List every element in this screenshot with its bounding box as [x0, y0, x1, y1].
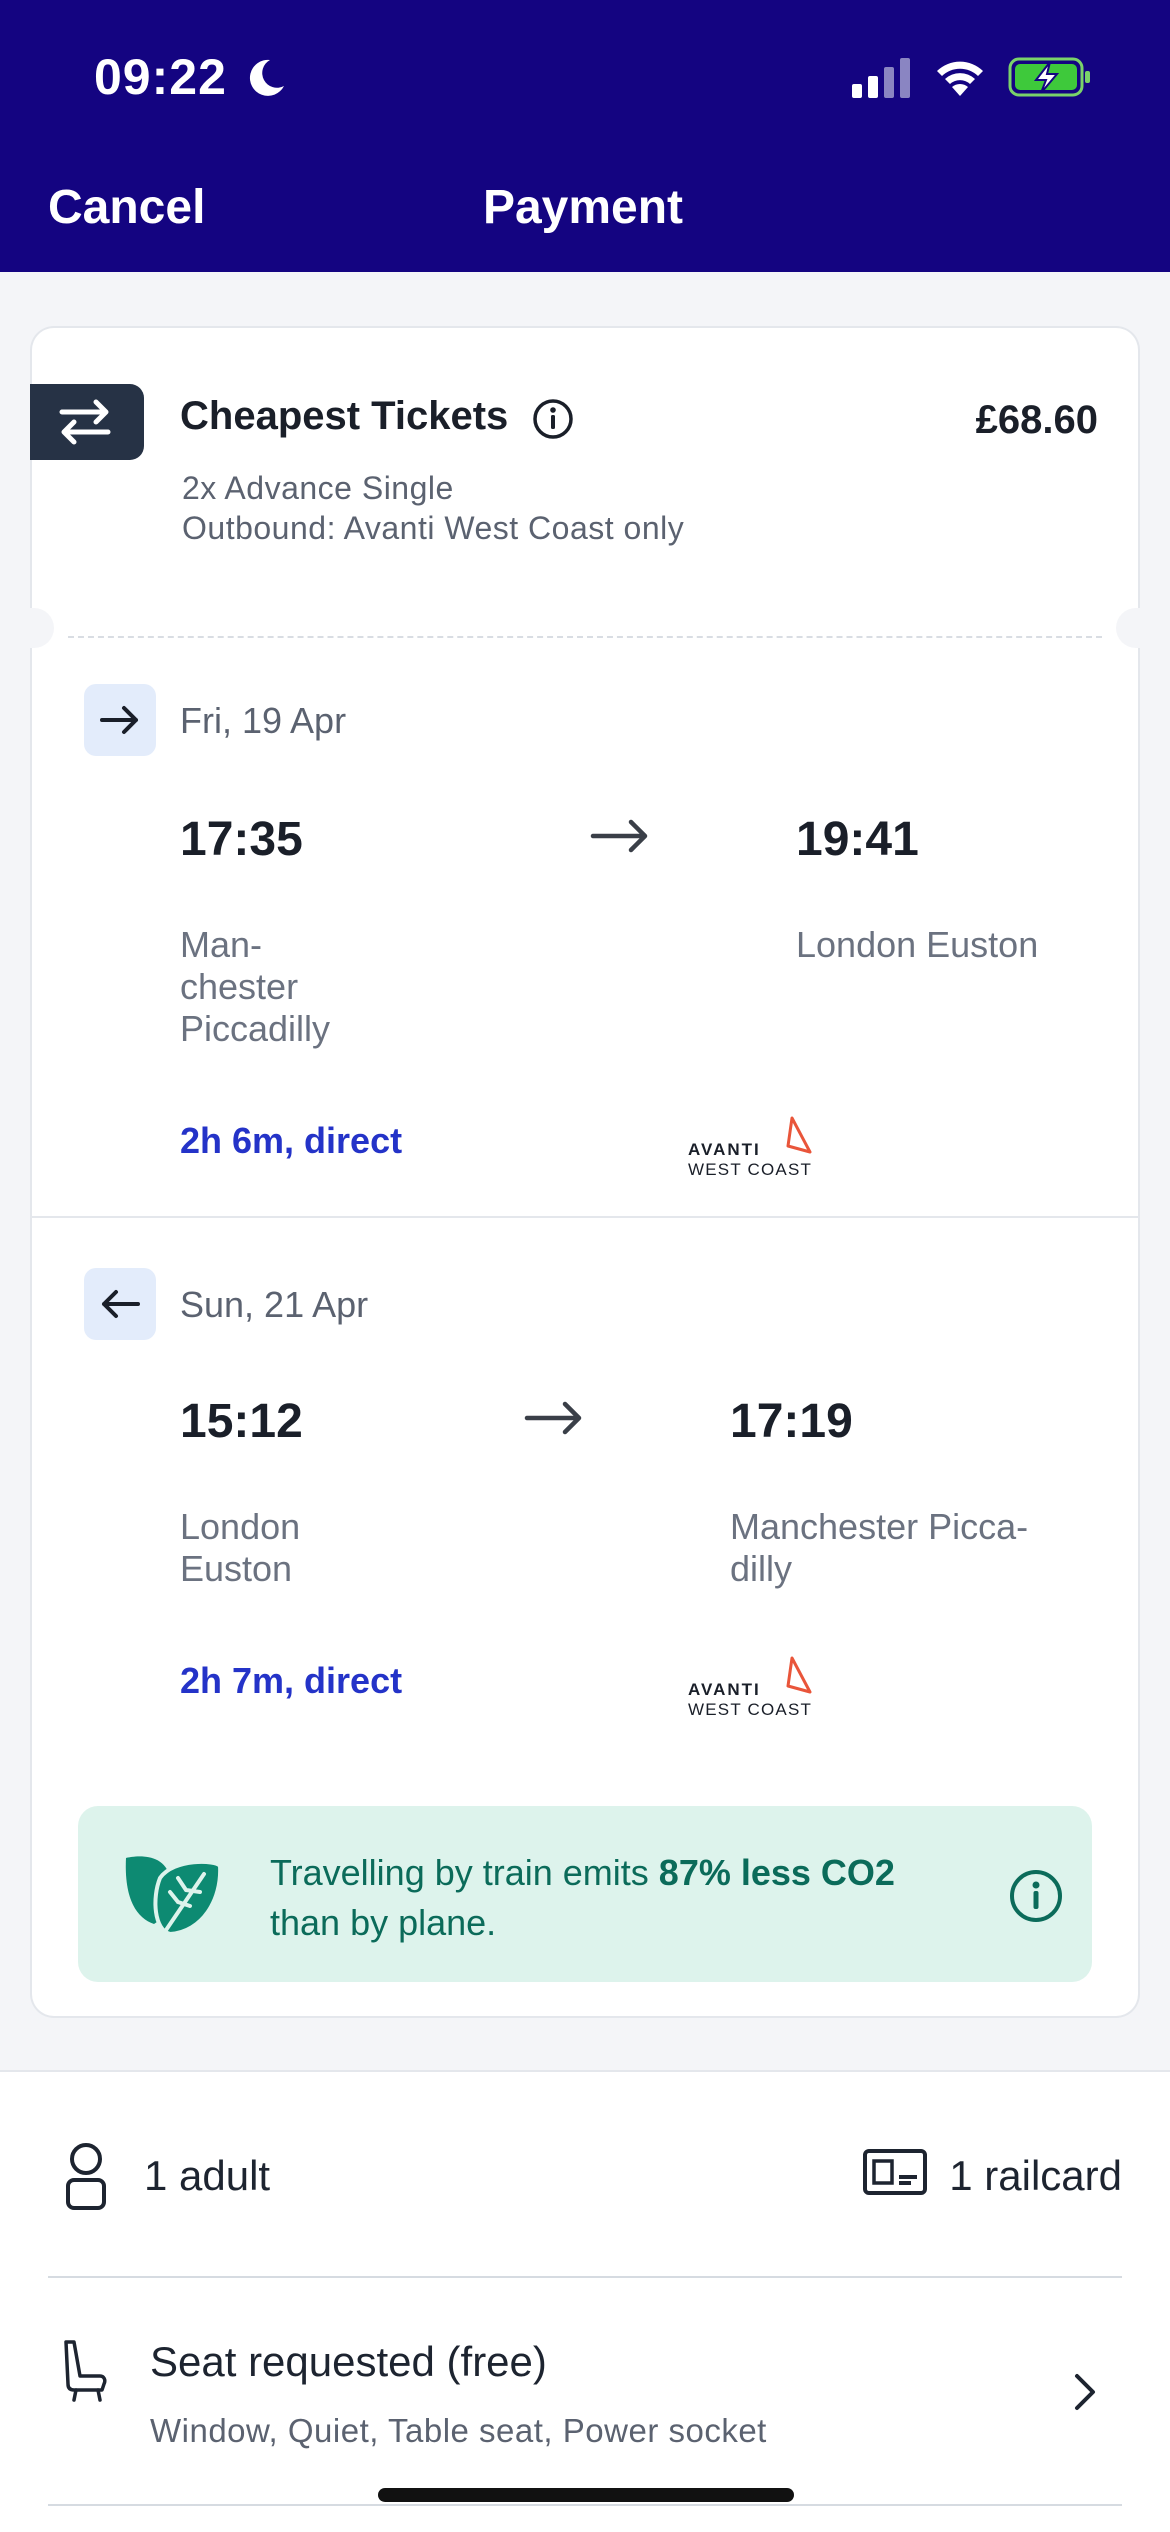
return-to-station: Manchester Picca-dilly — [730, 1506, 1029, 1589]
ticket-notch-right — [1116, 608, 1140, 648]
top-bar: 09:22 Cancel Payment — [0, 0, 1170, 272]
return-duration: 2h 7m, direct — [180, 1660, 403, 1701]
arrow-right-icon — [590, 819, 648, 853]
journey-card: Cheapest Tickets £68.60 2x Advance Singl… — [30, 328, 1140, 2016]
railcard-icon — [863, 2149, 927, 2195]
divider — [48, 2504, 1122, 2506]
return-depart-time: 15:12 — [180, 1395, 303, 1448]
co2-savings-text: Travelling by train emits 87% less CO2 t… — [270, 1852, 895, 1943]
home-indicator[interactable] — [378, 2488, 794, 2502]
railcard-count[interactable]: 1 railcard — [949, 2152, 1122, 2200]
ticket-restriction: Outbound: Avanti West Coast only — [182, 510, 685, 546]
swap-arrows-icon — [59, 399, 111, 445]
return-badge — [84, 1268, 156, 1340]
avanti-west-coast-logo: AVANTI WEST COAST — [688, 1656, 816, 1719]
page-title: Payment — [482, 181, 684, 234]
outbound-from-station: Man-chester Piccadilly — [180, 924, 331, 1049]
chevron-right-icon[interactable] — [1072, 2372, 1098, 2412]
avanti-logo-icon — [786, 1656, 812, 1694]
return-arrive-time: 17:19 — [730, 1395, 853, 1448]
seat-icon — [64, 2340, 107, 2402]
outbound-duration: 2h 6m, direct — [180, 1120, 403, 1161]
moon-icon — [249, 59, 284, 96]
return-journey-badge — [30, 384, 144, 460]
ticket-description: 2x Advance Single — [182, 470, 454, 506]
ticket-type-title: Cheapest Tickets — [180, 394, 509, 438]
outbound-depart-time: 17:35 — [180, 813, 303, 866]
info-icon[interactable] — [532, 398, 574, 440]
passenger-count[interactable]: 1 adult — [144, 2152, 270, 2200]
ticket-notch-left — [30, 608, 54, 648]
return-from-station: London Euston — [180, 1506, 301, 1589]
outbound-badge — [84, 684, 156, 756]
info-icon[interactable] — [1008, 1868, 1064, 1924]
leg-divider — [32, 1216, 1138, 1218]
status-time: 09:22 — [94, 49, 227, 105]
return-date: Sun, 21 Apr — [180, 1284, 369, 1325]
avanti-west-coast-logo: AVANTI WEST COAST — [688, 1116, 816, 1179]
arrow-left-icon — [102, 1290, 140, 1318]
arrow-right-icon — [100, 706, 138, 734]
seat-request-title[interactable]: Seat requested (free) — [150, 2338, 547, 2386]
leaf-icon — [125, 1856, 223, 1938]
divider — [48, 2276, 1122, 2278]
outbound-to-station: London Euston — [796, 924, 1039, 965]
avanti-logo-icon — [786, 1116, 812, 1154]
cellular-signal-icon — [852, 58, 910, 98]
seat-preferences: Window, Quiet, Table seat, Power socket — [150, 2412, 767, 2449]
outbound-arrive-time: 19:41 — [796, 813, 919, 866]
booking-options: 1 adult 1 railcard Seat requested (free)… — [0, 2072, 1170, 2532]
arrow-right-icon — [524, 1401, 582, 1435]
person-icon — [66, 2143, 106, 2210]
battery-charging-icon — [1008, 57, 1090, 97]
ticket-price: £68.60 — [975, 398, 1098, 442]
ticket-divider — [68, 636, 1102, 638]
wifi-icon — [937, 61, 983, 96]
outbound-date: Fri, 19 Apr — [180, 700, 347, 741]
co2-savings-banner: Travelling by train emits 87% less CO2 t… — [78, 1806, 1092, 1982]
